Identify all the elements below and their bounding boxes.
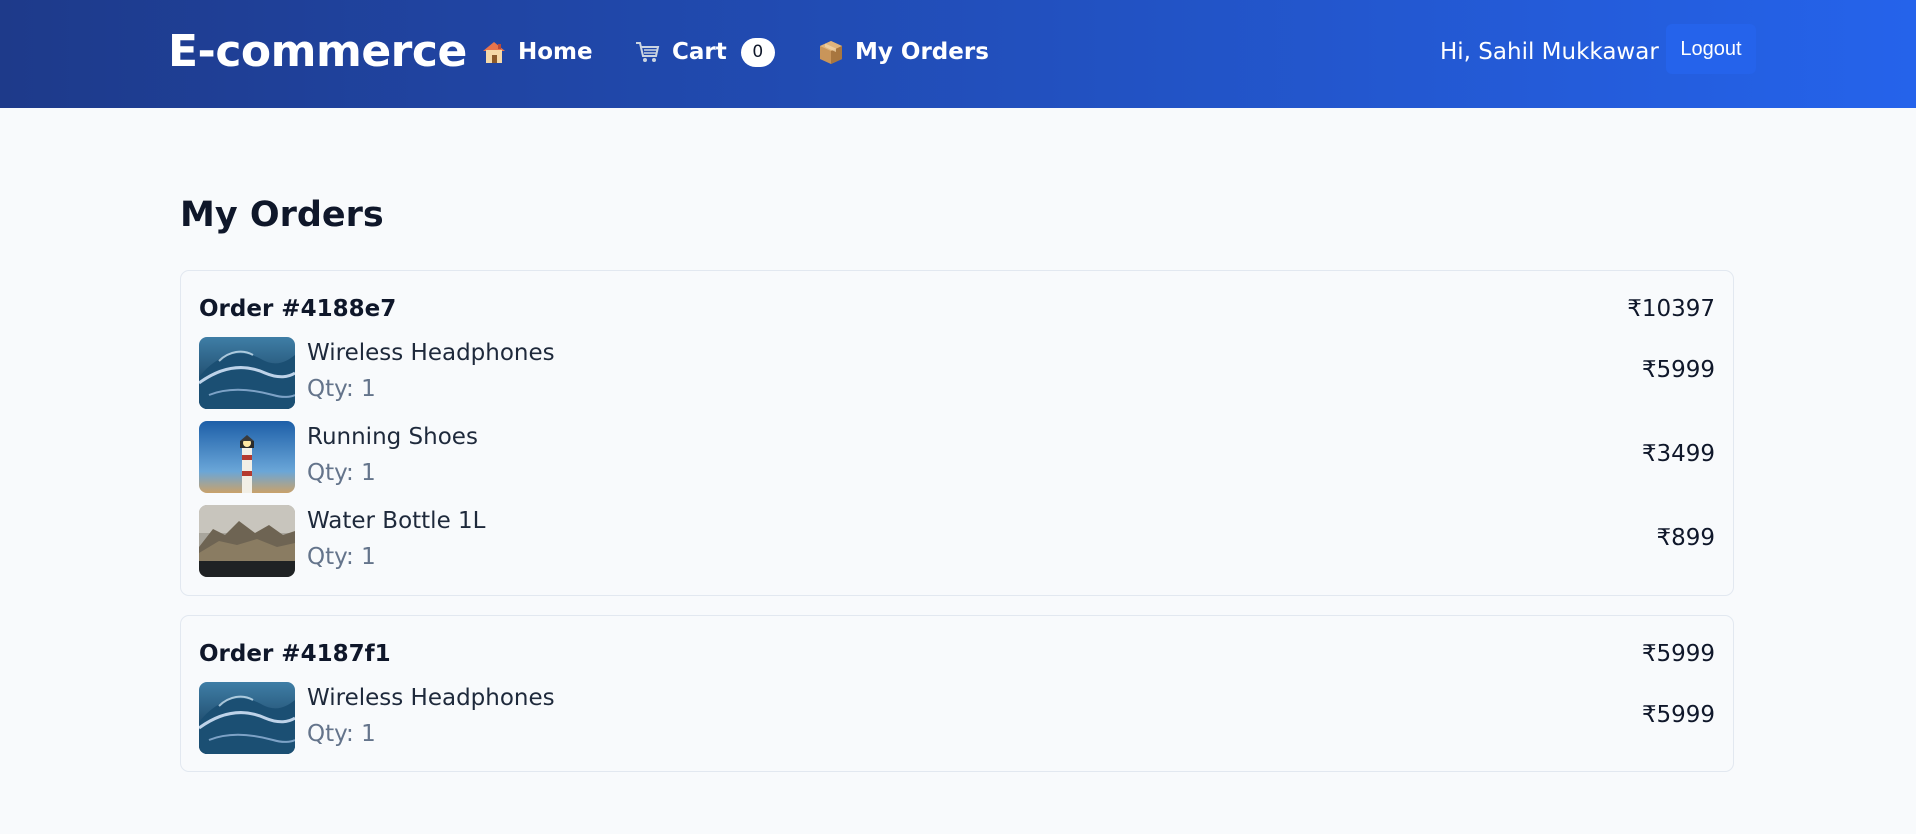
brand-logo[interactable]: E-commerce — [168, 22, 467, 82]
item-price: ₹5999 — [1641, 702, 1715, 728]
item-quantity: Qty: 1 — [307, 376, 376, 402]
item-price: ₹5999 — [1641, 357, 1715, 383]
coastal-cliffs-image — [199, 505, 295, 577]
ocean-wave-image — [199, 682, 295, 754]
item-quantity: Qty: 1 — [307, 721, 376, 747]
order-card: Order #4187f1 ₹5999 Wireless Headphones … — [180, 615, 1734, 772]
lighthouse-image — [199, 421, 295, 493]
order-total: ₹5999 — [1641, 641, 1715, 667]
nav-home-link[interactable]: Home — [480, 36, 593, 68]
ocean-wave-image — [199, 337, 295, 409]
item-name: Water Bottle 1L — [307, 508, 486, 534]
order-item: Running Shoes Qty: 1 ₹3499 — [199, 421, 1715, 493]
item-name: Wireless Headphones — [307, 685, 555, 711]
order-id: Order #4188e7 — [199, 296, 397, 322]
cart-count-badge: 0 — [740, 37, 775, 67]
nav-cart-link[interactable]: Cart 0 — [634, 36, 775, 68]
page-title: My Orders — [180, 195, 384, 235]
order-item: Water Bottle 1L Qty: 1 ₹899 — [199, 505, 1715, 577]
item-name: Wireless Headphones — [307, 340, 555, 366]
item-quantity: Qty: 1 — [307, 544, 376, 570]
item-quantity: Qty: 1 — [307, 460, 376, 486]
item-name: Running Shoes — [307, 424, 478, 450]
order-item: Wireless Headphones Qty: 1 ₹5999 — [199, 337, 1715, 409]
order-total: ₹10397 — [1627, 296, 1715, 322]
item-price: ₹899 — [1656, 525, 1715, 551]
order-item: Wireless Headphones Qty: 1 ₹5999 — [199, 682, 1715, 754]
cart-icon — [634, 38, 662, 66]
navbar: E-commerce Home Cart 0 My Orders Hi, Sah… — [0, 0, 1916, 108]
item-price: ₹3499 — [1641, 441, 1715, 467]
house-icon — [480, 38, 508, 66]
package-icon — [817, 38, 845, 66]
order-id: Order #4187f1 — [199, 641, 391, 667]
user-greeting: Hi, Sahil Mukkawar — [1440, 39, 1659, 65]
order-card: Order #4188e7 ₹10397 Wireless Headphones… — [180, 270, 1734, 596]
nav-orders-label: My Orders — [855, 39, 989, 65]
nav-home-label: Home — [518, 39, 593, 65]
logout-button[interactable]: Logout — [1666, 24, 1756, 74]
nav-cart-label: Cart — [672, 39, 727, 65]
order-header: Order #4188e7 ₹10397 — [199, 291, 1715, 327]
order-header: Order #4187f1 ₹5999 — [199, 636, 1715, 672]
nav-orders-link[interactable]: My Orders — [817, 36, 989, 68]
